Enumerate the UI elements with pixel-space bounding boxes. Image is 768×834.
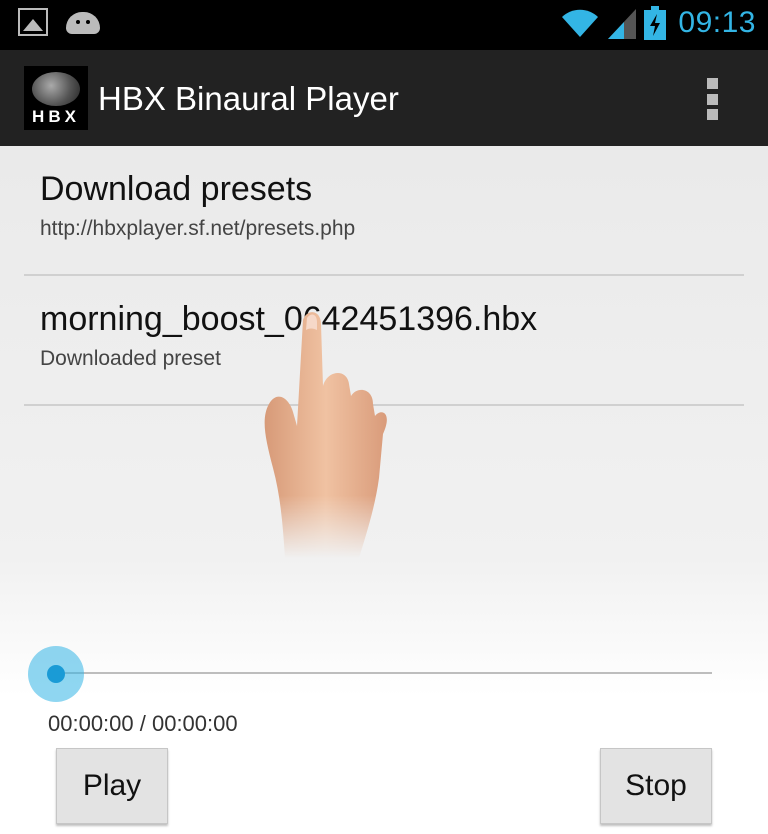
action-bar: HBX HBX Binaural Player: [0, 50, 768, 146]
seekbar-track[interactable]: [56, 672, 712, 674]
android-icon: [66, 12, 100, 34]
battery-charging-icon: [644, 6, 667, 40]
logo-text: HBX: [32, 107, 80, 126]
brain-icon: [32, 72, 80, 106]
pref-download-presets[interactable]: Download presets http://hbxplayer.sf.net…: [40, 170, 740, 241]
app-title: HBX Binaural Player: [98, 80, 399, 117]
time-readout: 00:00:00 / 00:00:00: [48, 711, 238, 736]
seekbar-thumb[interactable]: [28, 646, 84, 702]
overflow-menu-icon[interactable]: [702, 78, 722, 120]
signal-icon: [608, 7, 637, 39]
pref-title: Download presets: [40, 170, 313, 208]
app-logo[interactable]: HBX: [24, 66, 88, 130]
pref-summary: http://hbxplayer.sf.net/presets.php: [40, 217, 356, 240]
gallery-icon: [18, 8, 48, 36]
stop-button[interactable]: Stop: [600, 748, 712, 824]
hand-pointer-icon: [264, 312, 387, 558]
status-clock: 09:13: [678, 6, 756, 39]
play-button[interactable]: Play: [56, 748, 168, 824]
divider: [24, 274, 744, 276]
wifi-icon: [560, 7, 600, 39]
status-bar: 09:13: [0, 0, 768, 50]
